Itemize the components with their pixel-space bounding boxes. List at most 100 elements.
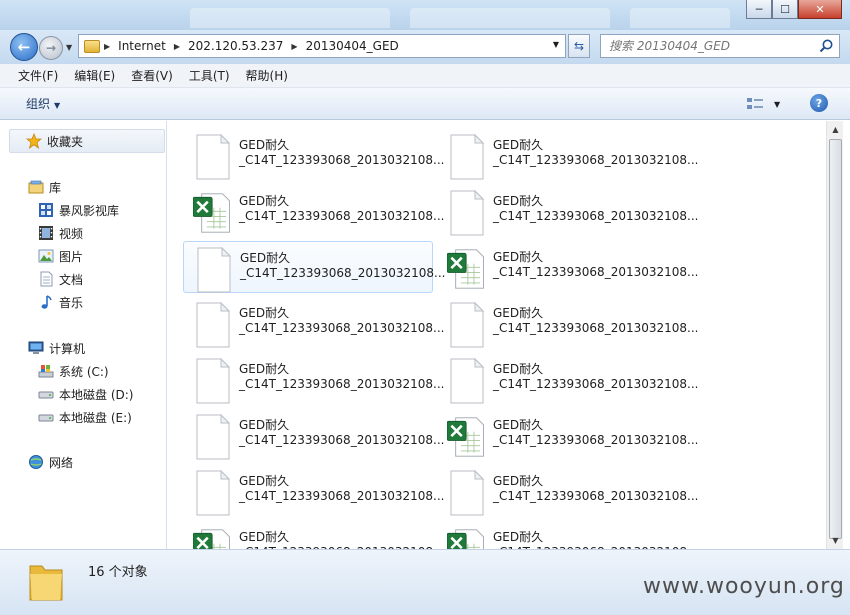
file-tile[interactable]: GED耐久_C14T_123393068_2013032108... <box>437 353 698 405</box>
file-tile[interactable]: GED耐久_C14T_123393068_2013032108... <box>437 185 698 237</box>
file-tile[interactable]: GED耐久_C14T_123393068_2013032108... <box>437 129 698 181</box>
organize-button[interactable]: 组织 ▼ <box>18 95 68 113</box>
sidebar-item-baofeng-library[interactable]: 暴风影视库 <box>38 199 119 221</box>
refresh-button[interactable]: ⇆ <box>568 34 590 58</box>
chevron-right-icon[interactable]: ▶ <box>100 42 114 51</box>
computer-icon <box>28 341 44 354</box>
search-input[interactable] <box>609 39 819 53</box>
sidebar-item-music[interactable]: 音乐 <box>38 291 83 313</box>
sidebar-item-drive-e[interactable]: 本地磁盘 (E:) <box>38 406 132 428</box>
maximize-button[interactable]: ☐ <box>772 0 798 19</box>
network-icon <box>29 455 43 469</box>
menu-help[interactable]: 帮助(H) <box>238 64 296 88</box>
scroll-down-button[interactable]: ▼ <box>827 532 844 549</box>
background-tab <box>190 8 390 28</box>
chevron-right-icon[interactable]: ▶ <box>170 42 184 51</box>
search-icon[interactable] <box>818 38 834 54</box>
file-icon <box>196 469 231 516</box>
file-list: GED耐久 _C14T_123393068_2013032108... GED耐久 _… <box>168 121 826 549</box>
menu-view[interactable]: 查看(V) <box>123 64 181 88</box>
sidebar-item-label: 库 <box>49 180 62 195</box>
sidebar-item-videos[interactable]: 视频 <box>38 222 83 244</box>
sidebar-item-label: 系统 (C:) <box>59 364 109 379</box>
sidebar-item-pictures[interactable]: 图片 <box>38 245 83 267</box>
scrollbar-thumb[interactable] <box>829 139 842 539</box>
file-name-line2: _C14T_123393068_2013032108... <box>493 489 699 503</box>
background-tab <box>410 8 610 28</box>
menu-tools[interactable]: 工具(T) <box>181 64 238 88</box>
file-name-line2: _C14T_123393068_2013032108... <box>493 433 699 447</box>
breadcrumb-folder[interactable]: 20130404_GED <box>302 39 403 53</box>
details-pane: 16 个对象 www.wooyun.org <box>0 549 850 615</box>
file-tile[interactable]: GED耐久_C14T_123393068_2013032108... <box>437 465 698 517</box>
sidebar-item-network[interactable]: 网络 <box>28 451 73 473</box>
address-dropdown-button[interactable]: ▼ <box>553 40 559 49</box>
file-icon <box>450 357 485 404</box>
file-name-line1: GED耐久 <box>493 250 544 264</box>
address-bar[interactable]: ▶ Internet ▶ 202.120.53.237 ▶ 20130404_G… <box>78 34 566 58</box>
file-icon <box>196 357 231 404</box>
sidebar-item-drive-d[interactable]: 本地磁盘 (D:) <box>38 383 133 405</box>
file-tile[interactable]: GED耐久_C14T_123393068_2013032108... <box>183 185 444 237</box>
vertical-scrollbar[interactable]: ▲ ▼ <box>826 121 843 549</box>
file-tile[interactable]: GED耐久_C14T_123393068_2013032108... <box>183 241 445 293</box>
view-options-button[interactable]: ▼ <box>746 94 786 114</box>
breadcrumb-internet[interactable]: Internet <box>114 39 170 53</box>
sidebar-item-label: 网络 <box>49 455 74 470</box>
file-icon <box>196 413 231 460</box>
folder-icon <box>29 565 63 601</box>
file-tile[interactable]: GED耐久_C14T_123393068_2013032108... <box>183 409 444 461</box>
file-tile[interactable]: GED耐久_C14T_123393068_2013032108... <box>437 297 698 349</box>
file-name-line1: GED耐久 <box>493 362 544 376</box>
sidebar-item-computer[interactable]: 计算机 <box>28 337 85 359</box>
sidebar-item-label: 音乐 <box>59 295 84 310</box>
sidebar-item-label: 计算机 <box>49 341 86 356</box>
back-button[interactable]: ← <box>10 33 38 61</box>
file-tile[interactable]: GED耐久_C14T_123393068_2013032108... <box>183 353 444 405</box>
file-name-line2: _C14T_123393068_2013032108... <box>493 153 699 167</box>
search-box[interactable] <box>600 34 840 58</box>
breadcrumb-host[interactable]: 202.120.53.237 <box>184 39 287 53</box>
window-controls: ─ ☐ ✕ <box>746 0 842 20</box>
file-icon <box>196 133 231 180</box>
favorites-header[interactable]: 收藏夹 <box>9 129 165 153</box>
sidebar-item-drive-c[interactable]: 系统 (C:) <box>38 360 109 382</box>
file-name-line2: _C14T_123393068_2013032108... <box>239 377 445 391</box>
file-tile[interactable]: GED耐久_C14T_123393068_2013032108... <box>437 521 698 549</box>
file-tile[interactable]: GED耐久_C14T_123393068_2013032108... <box>183 465 444 517</box>
file-name-line1: GED耐久 <box>239 194 290 208</box>
file-name-line2: _C14T_123393068_2013032108... <box>239 433 445 447</box>
file-tile[interactable]: GED耐久_C14T_123393068_2013032108... <box>183 297 444 349</box>
scroll-up-button[interactable]: ▲ <box>827 121 844 138</box>
sidebar-item-label: 文档 <box>59 272 84 287</box>
file-name-line1: GED耐久 <box>239 362 290 376</box>
file-name-line1: GED耐久 <box>493 474 544 488</box>
file-name-line1: GED耐久 <box>493 194 544 208</box>
sidebar-item-libraries[interactable]: 库 <box>28 176 61 198</box>
forward-button[interactable]: → <box>39 36 63 60</box>
menu-file[interactable]: 文件(F) <box>10 64 66 88</box>
excel-file-icon <box>193 193 230 233</box>
help-button[interactable]: ? <box>810 94 828 112</box>
file-tile[interactable]: GED耐久_C14T_123393068_2013032108... <box>437 241 698 293</box>
file-name-line1: GED耐久 <box>493 530 544 544</box>
organize-label: 组织 <box>26 97 51 111</box>
file-name-line2: _C14T_123393068_2013032108... <box>493 209 699 223</box>
file-tile[interactable]: GED耐久_C14T_123393068_2013032108... <box>183 129 444 181</box>
file-name-line2: _C14T_123393068_2013032108... <box>493 377 699 391</box>
chevron-right-icon[interactable]: ▶ <box>287 42 301 51</box>
file-name-line2: _C14T_123393068_2013032108... <box>493 265 699 279</box>
recent-pages-dropdown[interactable]: ▼ <box>66 43 72 52</box>
file-tile[interactable]: GED耐久_C14T_123393068_2013032108... <box>183 521 444 549</box>
close-button[interactable]: ✕ <box>798 0 842 19</box>
file-tile[interactable]: GED耐久_C14T_123393068_2013032108... <box>437 409 698 461</box>
sidebar-item-documents[interactable]: 文档 <box>38 268 83 290</box>
item-count: 16 个对象 <box>88 565 148 580</box>
minimize-button[interactable]: ─ <box>746 0 772 19</box>
arrow-left-icon: ← <box>17 38 31 56</box>
music-note-icon <box>41 295 52 309</box>
star-icon <box>26 133 42 149</box>
menu-edit[interactable]: 编辑(E) <box>66 64 123 88</box>
view-tiles-icon <box>747 98 763 109</box>
refresh-icon: ⇆ <box>573 39 585 53</box>
